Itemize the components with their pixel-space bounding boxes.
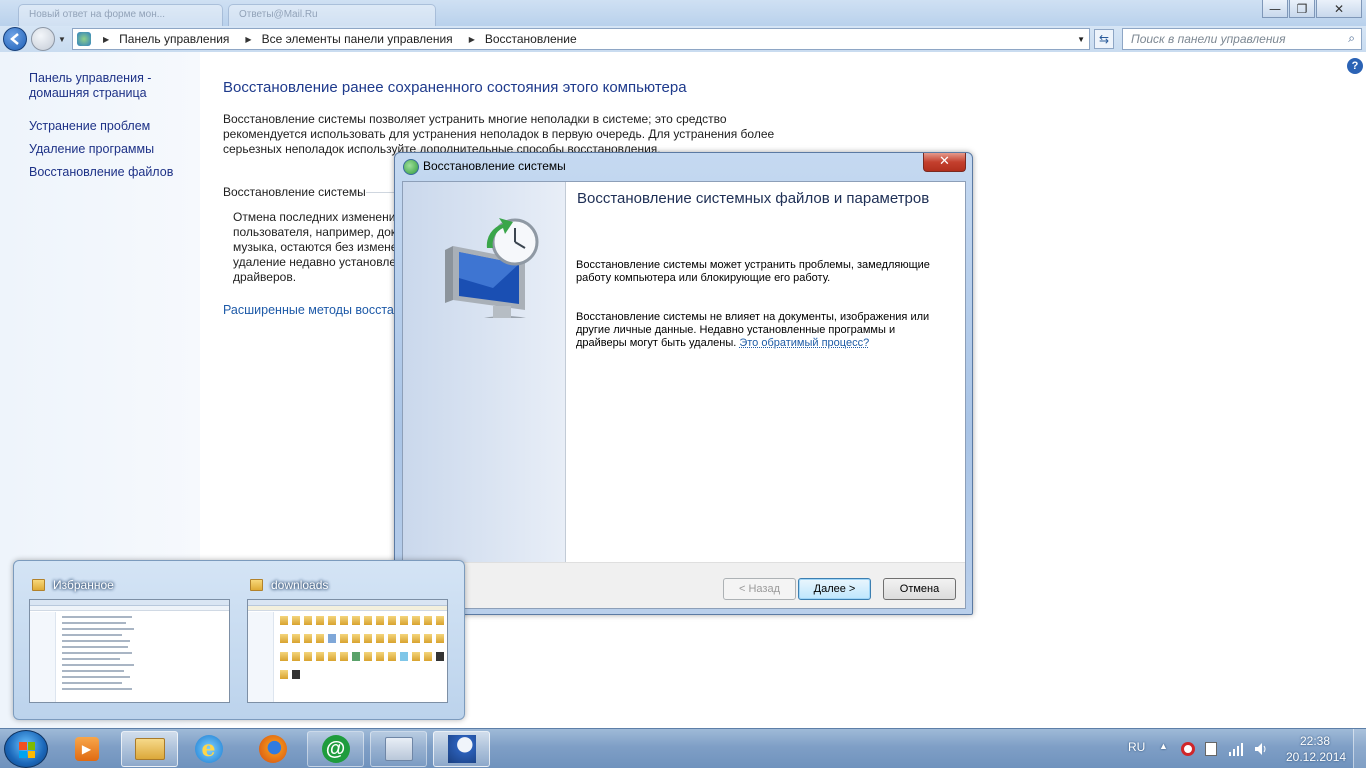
minimize-button[interactable]: — (1262, 0, 1288, 18)
sidebar-item-troubleshooting[interactable]: Устранение проблем (29, 119, 189, 134)
maximize-button[interactable]: ❐ (1289, 0, 1315, 18)
folder-icon (250, 579, 263, 591)
system-restore-dialog: Восстановление системы ✕ Восстановление … (394, 152, 973, 615)
arrow-left-icon (10, 33, 19, 45)
navigation-bar: ▼ ▶ Панель управления ▶ Все элементы пан… (0, 26, 1366, 52)
breadcrumb-control-panel[interactable]: Панель управления (119, 32, 229, 46)
preview-thumbnail-favorites[interactable] (29, 599, 230, 703)
clock-date[interactable]: 20.12.2014 (1286, 750, 1346, 764)
volume-icon[interactable] (1253, 741, 1269, 757)
window-titlebar: Новый ответ на форме мон... Ответы@Mail.… (0, 0, 1366, 26)
taskbar-mail-agent[interactable]: @ (307, 731, 364, 767)
refresh-button[interactable]: ⇆ (1094, 29, 1114, 49)
preview-title-text: downloads (271, 578, 329, 592)
taskbar-media-player[interactable]: ▶ (58, 731, 115, 767)
dialog-sidebar (403, 182, 566, 562)
breadcrumb-separator-icon[interactable]: ▶ (245, 35, 251, 44)
breadcrumb-all-items[interactable]: Все элементы панели управления (262, 32, 453, 46)
page-description: Восстановление системы позволяет устрани… (223, 112, 775, 156)
show-hidden-icons-icon[interactable]: ▲ (1159, 741, 1168, 751)
cancel-button[interactable]: Отмена (883, 578, 956, 600)
show-desktop-button[interactable] (1353, 729, 1366, 768)
sidebar-item-file-recovery[interactable]: Восстановление файлов (29, 165, 189, 180)
dialog-close-button[interactable]: ✕ (923, 153, 966, 172)
folder-icon (32, 579, 45, 591)
internet-explorer-icon: e (194, 735, 223, 763)
advanced-recovery-link[interactable]: Расширенные методы восстановления (223, 303, 401, 317)
taskbar-control-panel[interactable] (370, 731, 427, 767)
breadcrumb-separator-icon[interactable]: ▶ (469, 35, 475, 44)
windows-logo-icon (19, 742, 35, 758)
taskbar: ▶ e @ RU ▲ 22:38 20.12.2014 (0, 728, 1366, 768)
section-divider (366, 192, 396, 193)
folder-icon (134, 738, 165, 760)
dialog-title: Восстановление системы (423, 159, 566, 173)
forward-button[interactable] (31, 27, 55, 51)
reversible-process-link[interactable]: Это обратимый процесс? (739, 337, 869, 349)
dialog-body: Восстановление системных файлов и параме… (402, 181, 966, 609)
search-placeholder: Поиск в панели управления (1131, 32, 1286, 46)
back-button[interactable]: < Назад (723, 578, 796, 600)
dialog-heading: Восстановление системных файлов и параме… (577, 190, 930, 207)
back-button[interactable] (3, 27, 27, 51)
taskbar-firefox[interactable] (244, 731, 301, 767)
restore-computer-icon (445, 218, 539, 318)
language-indicator[interactable]: RU (1128, 740, 1145, 754)
background-tab: Новый ответ на форме мон... (18, 4, 223, 26)
address-dropdown-icon[interactable]: ▼ (1077, 35, 1085, 44)
sidebar-item-uninstall[interactable]: Удаление программы (29, 142, 189, 157)
antivirus-icon[interactable] (1181, 742, 1195, 756)
next-button[interactable]: Далее > (798, 578, 871, 600)
network-signal-icon[interactable] (1228, 741, 1244, 757)
taskbar-system-restore[interactable] (433, 731, 490, 767)
mail-agent-icon: @ (321, 735, 350, 763)
help-icon[interactable]: ? (1347, 58, 1363, 74)
page-title: Восстановление ранее сохраненного состоя… (223, 79, 687, 96)
preview-title-favorites[interactable]: Избранное (32, 578, 114, 592)
system-restore-icon (447, 735, 476, 763)
section-description: Отмена последних изменений пользователя,… (233, 210, 403, 284)
breadcrumb-recovery[interactable]: Восстановление (485, 32, 577, 46)
refresh-icon: ⇆ (1098, 32, 1110, 46)
dialog-footer: < Назад Далее > Отмена (403, 562, 965, 608)
history-dropdown-icon[interactable]: ▼ (58, 35, 66, 44)
preview-thumbnail-downloads[interactable] (247, 599, 448, 703)
media-player-icon: ▶ (74, 737, 99, 761)
close-button[interactable]: ✕ (1316, 0, 1362, 18)
control-panel-icon (77, 32, 91, 46)
clock-time[interactable]: 22:38 (1300, 734, 1330, 748)
device-icon[interactable] (1205, 742, 1217, 756)
search-icon[interactable]: ⌕ (1348, 31, 1355, 46)
preview-title-text: Избранное (53, 578, 114, 592)
search-input[interactable]: Поиск в панели управления ⌕ (1122, 28, 1362, 50)
preview-title-downloads[interactable]: downloads (250, 578, 328, 592)
control-panel-icon (384, 737, 413, 761)
firefox-icon (258, 735, 287, 763)
system-restore-icon (403, 159, 419, 175)
dialog-paragraph-1: Восстановление системы может устранить п… (576, 259, 930, 284)
dialog-paragraph-2: Восстановление системы не влияет на доку… (576, 311, 936, 350)
dialog-content: Восстановление системных файлов и параме… (566, 182, 965, 562)
address-bar[interactable]: ▶ Панель управления ▶ Все элементы панел… (72, 28, 1090, 50)
sidebar-item-home[interactable]: Панель управления - домашняя страница (29, 71, 189, 101)
section-title: Восстановление системы (223, 185, 366, 199)
taskbar-explorer[interactable] (121, 731, 178, 767)
breadcrumb-separator-icon[interactable]: ▶ (103, 35, 109, 44)
start-button[interactable] (4, 730, 48, 768)
background-tab: Ответы@Mail.Ru (228, 4, 436, 26)
taskbar-internet-explorer[interactable]: e (180, 731, 237, 767)
taskbar-thumbnail-preview: Избранное downloads (13, 560, 465, 720)
